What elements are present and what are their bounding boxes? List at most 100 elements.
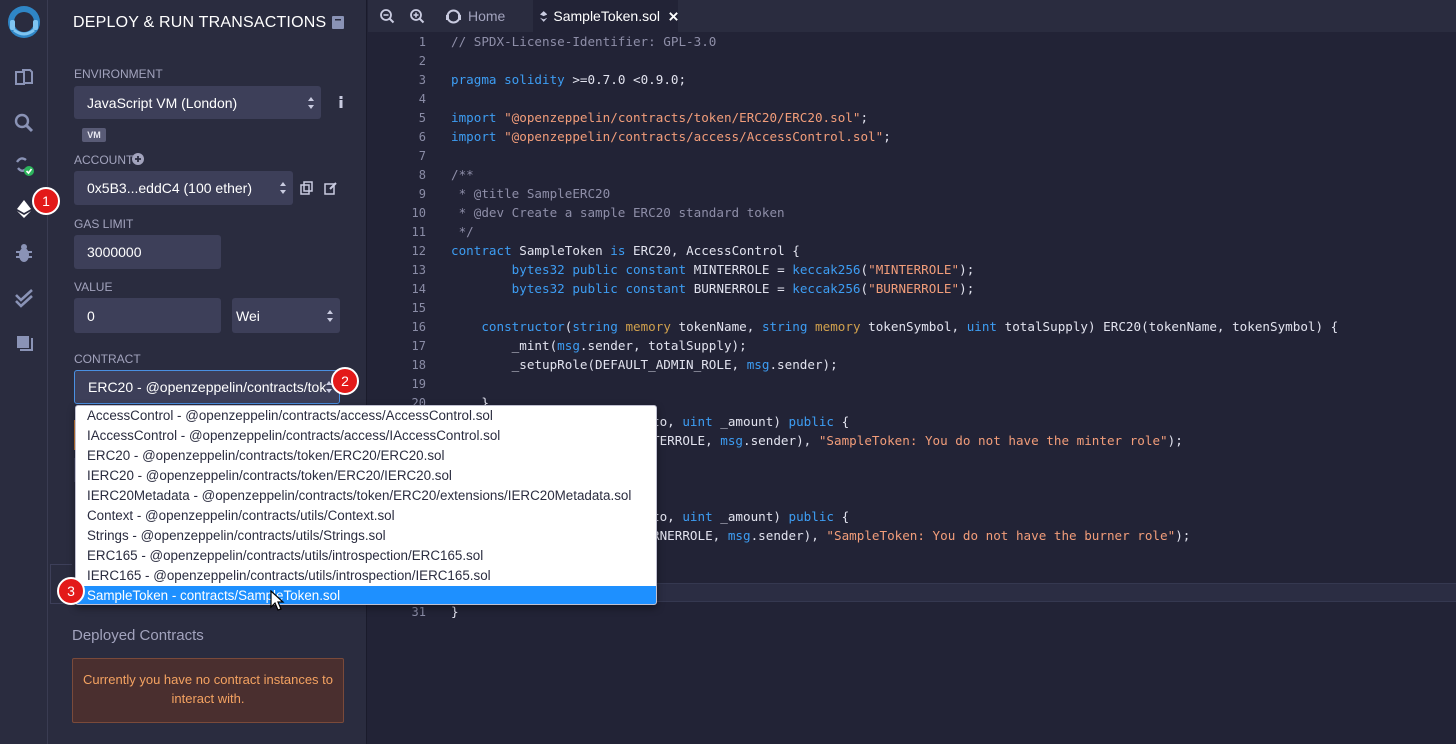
line-number: 17 xyxy=(411,339,426,353)
documentation-icon[interactable] xyxy=(332,16,344,29)
environment-label: ENVIRONMENT xyxy=(74,67,163,81)
code-line: */ xyxy=(451,224,474,239)
compiler-icon[interactable] xyxy=(11,152,37,178)
select-arrows-icon xyxy=(280,182,286,194)
testing-icon[interactable] xyxy=(11,285,37,311)
line-number: 16 xyxy=(411,320,426,334)
step-badge-2: 2 xyxy=(331,367,359,395)
search-icon[interactable] xyxy=(11,110,37,136)
account-value: 0x5B3...eddC4 (100 ether) xyxy=(87,180,252,196)
remix-logo-icon[interactable] xyxy=(6,4,42,40)
tab-sampletoken[interactable]: SampleToken.sol xyxy=(533,0,678,32)
line-number: 2 xyxy=(418,54,426,68)
remix-ide: DEPLOY & RUN TRANSACTIONS ENVIRONMENT Ja… xyxy=(0,0,1456,744)
value-unit: Wei xyxy=(236,307,260,324)
line-number: 3 xyxy=(418,73,426,87)
line-number: 31 xyxy=(411,605,426,619)
value-unit-select[interactable]: Wei xyxy=(232,298,340,333)
line-number: 14 xyxy=(411,282,426,296)
contract-label: CONTRACT xyxy=(74,352,141,366)
debugger-icon[interactable] xyxy=(11,240,37,266)
copy-icon[interactable] xyxy=(300,181,314,195)
line-number: 9 xyxy=(418,187,426,201)
code-line: _mint(msg.sender, totalSupply); xyxy=(451,338,747,353)
info-icon[interactable] xyxy=(334,95,348,109)
code-line: _setupRole(DEFAULT_ADMIN_ROLE, msg.sende… xyxy=(451,357,838,372)
value-label: VALUE xyxy=(74,280,113,294)
close-tab-icon[interactable] xyxy=(669,11,678,22)
line-number: 11 xyxy=(411,225,426,239)
add-account-icon[interactable] xyxy=(132,153,144,165)
zoom-out-icon[interactable] xyxy=(379,8,395,24)
contract-option[interactable]: ERC165 - @openzeppelin/contracts/utils/i… xyxy=(76,546,656,566)
contract-value: ERC20 - @openzeppelin/contracts/tok xyxy=(88,379,327,395)
plugin-manager-icon[interactable] xyxy=(11,330,37,356)
code-line: import "@openzeppelin/contracts/access/A… xyxy=(451,129,891,144)
line-number: 7 xyxy=(418,149,426,163)
contract-option[interactable]: IERC20Metadata - @openzeppelin/contracts… xyxy=(76,486,656,506)
code-line: contract SampleToken is ERC20, AccessCon… xyxy=(451,243,800,258)
contract-option[interactable]: Context - @openzeppelin/contracts/utils/… xyxy=(76,506,656,526)
code-line: constructor(string memory tokenName, str… xyxy=(481,319,1339,334)
account-label: ACCOUNT xyxy=(74,153,134,167)
code-line-fragment: RNERROLE, msg.sender), "SampleToken: You… xyxy=(652,528,1191,543)
gas-limit-label: GAS LIMIT xyxy=(74,217,134,231)
environment-select[interactable]: JavaScript VM (London) xyxy=(74,86,321,119)
select-arrows-icon xyxy=(308,96,314,109)
deployed-contracts-label: Deployed Contracts xyxy=(72,627,204,644)
environment-value: JavaScript VM (London) xyxy=(87,94,238,111)
deploy-run-panel: DEPLOY & RUN TRANSACTIONS ENVIRONMENT Ja… xyxy=(48,0,367,744)
select-arrows-icon xyxy=(327,309,333,322)
code-line: pragma solidity >=0.7.0 <0.9.0; xyxy=(451,72,687,87)
code-line: * @dev Create a sample ERC20 standard to… xyxy=(451,205,785,220)
contract-select[interactable]: ERC20 - @openzeppelin/contracts/tok xyxy=(74,370,340,404)
zoom-in-icon[interactable] xyxy=(409,8,425,24)
tab-home-label: Home xyxy=(468,8,506,24)
contract-option[interactable]: IERC165 - @openzeppelin/contracts/utils/… xyxy=(76,566,656,586)
file-explorer-icon[interactable] xyxy=(11,65,37,91)
line-number: 10 xyxy=(411,206,426,220)
code-line: // SPDX-License-Identifier: GPL-3.0 xyxy=(451,34,717,49)
icon-rail xyxy=(0,0,48,744)
code-editor[interactable]: 1 2 3 4 5 6 7 8 9 10 11 12 13 14 15 16 17 18 19 20 31 // SPD… xyxy=(368,32,1456,744)
contract-option[interactable]: IERC20 - @openzeppelin/contracts/token/E… xyxy=(76,466,656,486)
account-select[interactable]: 0x5B3...eddC4 (100 ether) xyxy=(74,171,293,205)
line-number: 15 xyxy=(411,301,426,315)
tab-file-label: SampleToken.sol xyxy=(553,8,660,24)
contract-option[interactable]: AccessControl - @openzeppelin/contracts/… xyxy=(76,406,656,426)
code-line: * @title SampleERC20 xyxy=(451,186,611,201)
gas-limit-input[interactable]: 3000000 xyxy=(74,235,221,269)
code-line: bytes32 public constant BURNERROLE = kec… xyxy=(511,281,975,296)
no-instances-message: Currently you have no contract instances… xyxy=(72,658,344,723)
line-number: 6 xyxy=(418,130,426,144)
code-line: } xyxy=(451,604,459,619)
contract-option[interactable]: SampleToken - contracts/SampleToken.sol xyxy=(76,586,656,604)
line-number: 12 xyxy=(411,244,426,258)
code-line-fragment: to, uint _amount) public { xyxy=(652,509,850,524)
contract-option[interactable]: Strings - @openzeppelin/contracts/utils/… xyxy=(76,526,656,546)
step-badge-3: 3 xyxy=(57,577,85,605)
contract-option[interactable]: ERC20 - @openzeppelin/contracts/token/ER… xyxy=(76,446,656,466)
code-line-fragment: to, uint _amount) public { xyxy=(652,414,850,429)
remix-home-icon xyxy=(446,9,461,23)
sign-message-icon[interactable] xyxy=(324,181,338,195)
line-number: 19 xyxy=(411,377,426,391)
code-line: import "@openzeppelin/contracts/token/ER… xyxy=(451,110,869,125)
line-number: 5 xyxy=(418,111,426,125)
line-number: 1 xyxy=(418,35,426,49)
line-number: 8 xyxy=(418,168,426,182)
code-line: bytes32 public constant MINTERROLE = kec… xyxy=(511,262,975,277)
line-number: 4 xyxy=(418,92,426,106)
vm-badge: VM xyxy=(82,128,106,142)
editor-tabs: Home SampleToken.sol xyxy=(368,0,1456,32)
tab-home[interactable]: Home xyxy=(444,0,533,32)
value-input[interactable]: 0 xyxy=(74,298,221,333)
panel-title: DEPLOY & RUN TRANSACTIONS xyxy=(73,14,327,31)
step-badge-1: 1 xyxy=(32,187,60,215)
line-number: 18 xyxy=(411,358,426,372)
code-line-fragment: TERROLE, msg.sender), "SampleToken: You … xyxy=(652,433,1183,448)
contract-dropdown-list[interactable]: AccessControl - @openzeppelin/contracts/… xyxy=(75,405,657,605)
code-line: /** xyxy=(451,167,474,182)
contract-option[interactable]: IAccessControl - @openzeppelin/contracts… xyxy=(76,426,656,446)
line-number: 13 xyxy=(411,263,426,277)
